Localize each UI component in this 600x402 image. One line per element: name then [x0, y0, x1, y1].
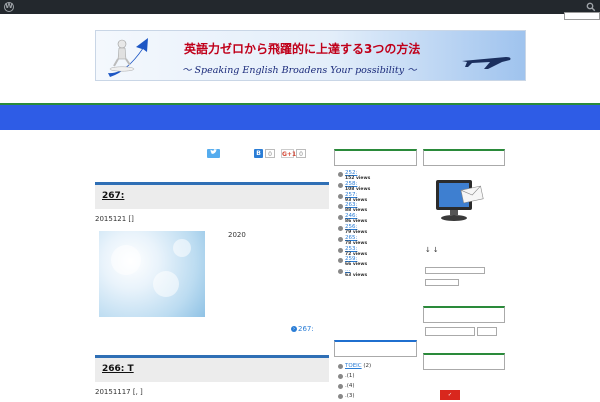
twitter-share-button[interactable] — [207, 149, 220, 158]
popular-posts-widget-header — [334, 149, 417, 166]
post-excerpt: 2020 — [228, 231, 246, 239]
category-item[interactable]: TOEIC (2) — [338, 362, 416, 372]
post-header: 266: T — [95, 355, 329, 382]
surfer-arrow-logo-icon — [108, 38, 148, 77]
google-plus-count: 0 — [296, 149, 306, 158]
categories-list: TOEIC (2) .(1) .(4) .(3) — [338, 362, 416, 402]
search-icon[interactable] — [586, 2, 596, 12]
hatena-bookmark-button[interactable]: B — [254, 149, 263, 158]
email-subscribe-input[interactable] — [425, 267, 485, 274]
banner-title: 英語力ゼロから飛躍的に上達する3つの方法 — [184, 42, 421, 56]
computer-mail-icon[interactable] — [432, 176, 490, 224]
admin-bar: W — [0, 0, 600, 14]
popular-post-item[interactable]: 253: 72 views — [338, 246, 416, 257]
categories-widget-header — [334, 340, 417, 357]
right-widget-header — [423, 149, 505, 166]
post-meta: 20151117 [, ] — [95, 388, 143, 396]
popular-post-item[interactable]: 252: 152 views — [338, 170, 416, 181]
popular-post-item[interactable]: 257: 93 views — [338, 192, 416, 203]
airplane-icon — [462, 57, 511, 69]
popular-posts-list: 252: 152 views 258: 108 views 257: 93 views… — [338, 170, 416, 278]
read-more-label: 267: — [298, 325, 314, 333]
search-widget-header — [423, 306, 505, 323]
arrow-right-icon: › — [291, 326, 297, 332]
main-navigation-bar[interactable] — [0, 103, 600, 130]
post-header: 267: — [95, 182, 329, 209]
sidebar-search-input[interactable] — [425, 327, 475, 336]
post-meta: 2015121 [] — [95, 215, 134, 223]
popular-post-item[interactable]: 265: 78 views — [338, 235, 416, 246]
popular-post-item[interactable]: 263: 88 views — [338, 202, 416, 213]
popular-post-item[interactable]: 259: 66 views — [338, 256, 416, 267]
category-item[interactable]: .(1) — [338, 372, 416, 382]
category-item[interactable]: .(4) — [338, 382, 416, 392]
hatena-count: 0 — [265, 149, 275, 158]
popular-post-item[interactable]: 246: 86 views — [338, 213, 416, 224]
category-item[interactable]: .(3) — [338, 392, 416, 402]
post-title-link[interactable]: 267: — [102, 191, 124, 201]
twitter-bird-icon — [210, 149, 217, 154]
admin-search-input[interactable] — [564, 12, 600, 20]
site-header-banner[interactable]: 英語力ゼロから飛躍的に上達する3つの方法 ～ Speaking English … — [95, 30, 526, 81]
popular-post-item[interactable]: 256: 79 views — [338, 224, 416, 235]
sidebar-search-button[interactable] — [477, 327, 497, 336]
popular-post-item[interactable]: 258: 108 views — [338, 181, 416, 192]
popular-post-item[interactable]: … 63 views — [338, 267, 416, 278]
subscribe-button[interactable] — [425, 279, 459, 286]
google-plus-button[interactable]: G+1 — [281, 149, 296, 158]
banner-subtitle: ～ Speaking English Broadens Your possibi… — [182, 65, 417, 76]
wordpress-icon[interactable]: W — [4, 2, 14, 12]
post-title-link[interactable]: 266: T — [102, 364, 134, 374]
ranking-badge-icon[interactable]: ✓ — [440, 390, 460, 400]
post-thumbnail[interactable] — [99, 231, 205, 317]
down-arrows: ↓↓ — [425, 246, 441, 254]
right-widget-header-2 — [423, 353, 505, 370]
read-more-link[interactable]: › 267: — [291, 325, 314, 333]
